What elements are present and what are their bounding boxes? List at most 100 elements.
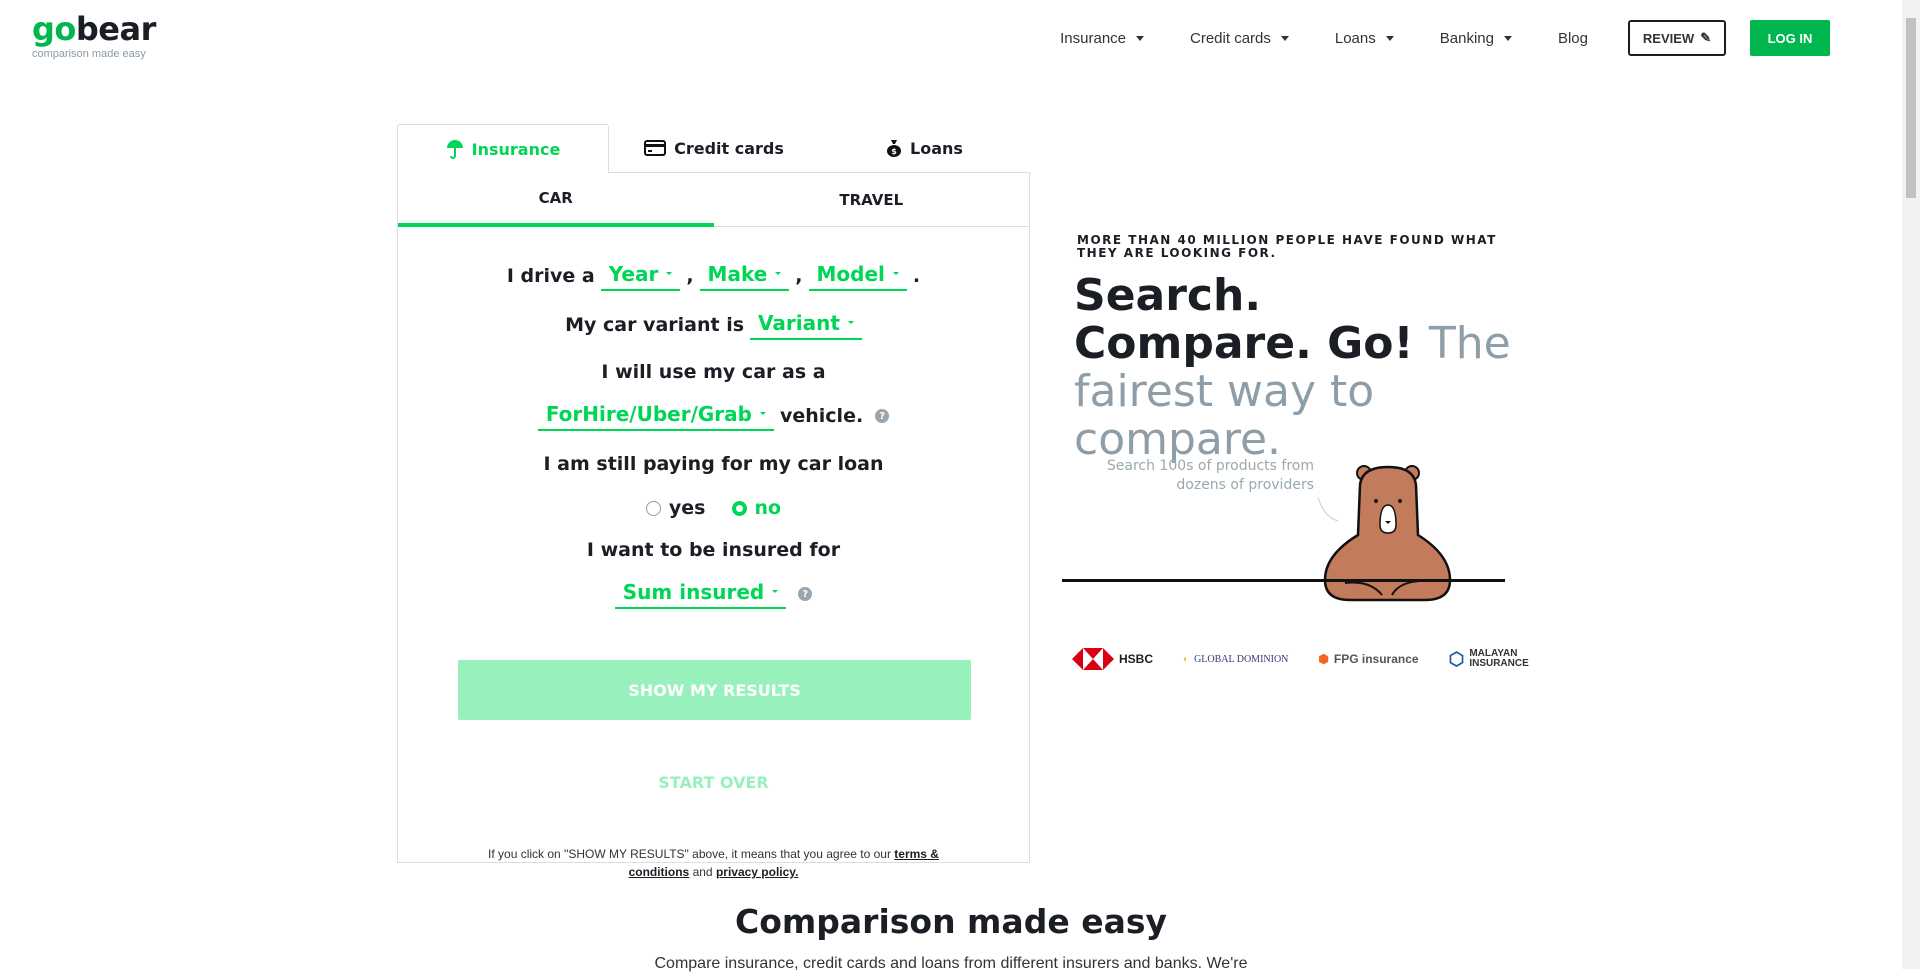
model-select[interactable]: Model <box>808 261 907 291</box>
hsbc-hexagon-icon <box>1072 648 1114 670</box>
partner-name: MALAYAN INSURANCE <box>1469 648 1529 669</box>
select-value: ForHire/Uber/Grab <box>545 401 752 426</box>
nav-label: Banking <box>1439 29 1494 47</box>
make-select[interactable]: Make <box>699 261 790 291</box>
tab-loans[interactable]: $ Loans <box>819 124 1030 173</box>
disclaimer-text: If you click on "SHOW MY RESULTS" above,… <box>488 847 895 861</box>
select-value: Year <box>608 261 659 286</box>
select-value: Variant <box>758 310 840 335</box>
malayan-hexagon-icon: ⬡ <box>1448 649 1465 669</box>
section-subtitle: Compare insurance, credit cards and loan… <box>654 955 1248 972</box>
loan-yes-radio[interactable]: yes <box>645 497 706 519</box>
drive-label: I drive a <box>506 265 595 287</box>
top-nav: Insurance Credit cards Loans Banking Blo… <box>1060 20 1830 56</box>
nav-label: Insurance <box>1060 29 1127 47</box>
caret-down-icon <box>759 412 766 415</box>
help-icon[interactable]: ? <box>875 409 890 423</box>
privacy-link[interactable]: privacy policy. <box>716 865 798 879</box>
sum-insured-select[interactable]: Sum insured <box>614 579 787 609</box>
svg-text:$: $ <box>891 147 897 156</box>
scrollbar-thumb[interactable] <box>1906 18 1916 198</box>
help-icon[interactable]: ? <box>798 587 813 601</box>
partner-name: HSBC <box>1119 652 1154 666</box>
show-results-button[interactable]: SHOW MY RESULTS <box>458 660 971 720</box>
tab-label: Loans <box>910 138 963 158</box>
caret-down-icon <box>1503 35 1512 41</box>
loan-label: I am still paying for my car loan <box>543 453 884 475</box>
search-card: Insurance Credit cards $ Loans CAR TRAVE… <box>397 124 1030 879</box>
period: . <box>912 265 921 287</box>
year-select[interactable]: Year <box>600 261 681 291</box>
nav-insurance[interactable]: Insurance <box>1060 29 1145 47</box>
loan-no-radio[interactable]: no <box>731 497 782 519</box>
variant-label: My car variant is <box>565 314 745 336</box>
nav-banking[interactable]: Banking <box>1440 30 1512 47</box>
partner-name: GLOBAL DOMINION <box>1194 653 1289 665</box>
tab-label: Credit cards <box>674 138 784 158</box>
logo-tagline: comparison made easy <box>32 48 146 60</box>
pencil-icon: ✎ <box>1700 30 1712 45</box>
review-label: REVIEW <box>1642 30 1695 46</box>
nav-credit-cards[interactable]: Credit cards <box>1190 30 1289 47</box>
nav-label: Credit cards <box>1190 29 1271 47</box>
sun-icon: ◐ <box>1183 653 1190 665</box>
scrollbar[interactable] <box>1902 0 1920 969</box>
logo[interactable]: gobear comparison made easy <box>32 12 156 60</box>
radio-label: no <box>754 497 782 519</box>
login-button[interactable]: LOG IN <box>1750 20 1830 56</box>
start-over-button[interactable]: START OVER <box>398 773 1029 792</box>
section-title: Comparison made easy <box>735 902 1167 941</box>
comma: , <box>795 265 803 287</box>
select-value: Make <box>707 261 768 286</box>
vehicle-label: vehicle. <box>779 405 864 427</box>
subtab-car[interactable]: CAR <box>398 173 714 227</box>
malayan-logo: ⬡ MALAYAN INSURANCE <box>1449 649 1539 669</box>
select-value: Model <box>816 261 885 286</box>
fpg-logo: ⬢ FPG insurance <box>1318 652 1418 666</box>
caret-down-icon <box>847 321 854 324</box>
caret-down-icon <box>1136 35 1145 41</box>
caret-down-icon <box>666 272 673 275</box>
nav-loans[interactable]: Loans <box>1335 30 1394 47</box>
nav-label: Loans <box>1334 29 1376 47</box>
tab-insurance[interactable]: Insurance <box>397 124 609 173</box>
variant-select[interactable]: Variant <box>750 311 862 340</box>
caret-down-icon <box>892 272 899 275</box>
ground-line <box>1062 579 1505 582</box>
use-label: I will use my car as a <box>601 361 826 383</box>
caret-down-icon <box>1280 35 1289 41</box>
usage-select[interactable]: ForHire/Uber/Grab <box>537 401 774 431</box>
tab-label: Insurance <box>471 139 561 159</box>
caret-down-icon <box>1385 35 1394 41</box>
insurance-panel: CAR TRAVEL I drive a Year, Make, Model. … <box>397 173 1030 879</box>
bear-illustration <box>1317 465 1452 602</box>
hero-tagline: MORE THAN 40 MILLION PEOPLE HAVE FOUND W… <box>1077 233 1497 260</box>
nav-blog[interactable]: Blog <box>1558 30 1588 47</box>
bear-note: Search 100s of products from dozens of p… <box>1106 458 1314 493</box>
hsbc-logo: HSBC <box>1072 648 1153 670</box>
and-text: and <box>689 865 716 879</box>
global-dominion-logo: ◐ GLOBAL DOMINION <box>1183 654 1288 665</box>
headline-dark: Search. Compare. Go! <box>1074 270 1414 369</box>
caret-down-icon <box>775 272 782 275</box>
disclaimer: If you click on "SHOW MY RESULTS" above,… <box>468 845 959 881</box>
subtab-travel[interactable]: TRAVEL <box>714 173 1030 226</box>
umbrella-icon <box>446 140 463 159</box>
partner-logos: HSBC ◐ GLOBAL DOMINION ⬢ FPG insurance ⬡ MA… <box>1072 648 1539 670</box>
money-bag-icon: $ <box>887 140 902 157</box>
partner-name: FPG insurance <box>1333 652 1419 666</box>
tab-credit-cards[interactable]: Credit cards <box>609 124 819 173</box>
radio-circle <box>645 500 661 516</box>
radio-label: yes <box>668 497 706 519</box>
comma: , <box>686 265 694 287</box>
hero-headline: Search. Compare. Go! The fairest way to … <box>1074 272 1514 464</box>
logo-go: go <box>32 10 76 48</box>
review-button[interactable]: REVIEW ✎ <box>1628 20 1726 56</box>
radio-circle-checked <box>731 500 747 516</box>
select-value: Sum insured <box>622 579 765 604</box>
insured-label: I want to be insured for <box>586 539 841 561</box>
caret-down-icon <box>772 590 779 593</box>
logo-bear: bear <box>75 10 156 48</box>
fpg-hexagon-icon: ⬢ <box>1318 652 1329 666</box>
credit-card-icon <box>644 140 667 156</box>
